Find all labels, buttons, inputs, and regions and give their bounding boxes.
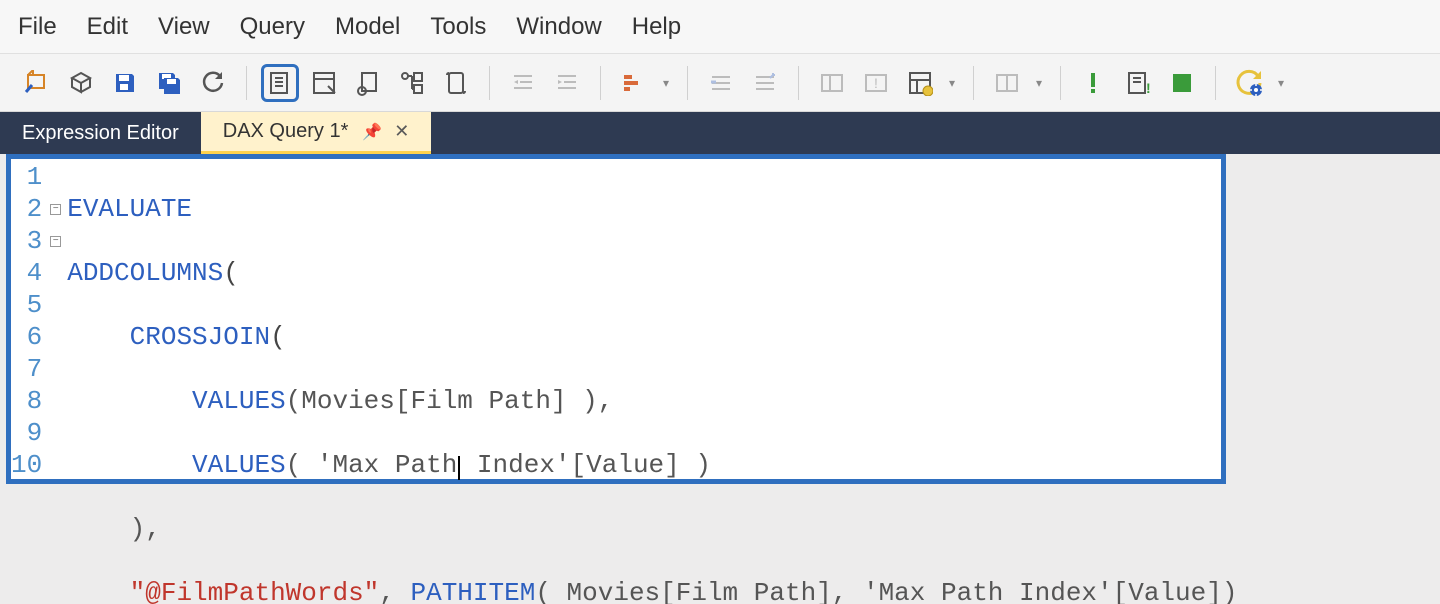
toolbar-separator [246, 66, 247, 100]
text-caret [458, 456, 460, 480]
menu-query[interactable]: Query [240, 13, 305, 41]
fold-gutter: − − [50, 159, 61, 604]
open-model-button[interactable] [62, 64, 100, 102]
perspective-button[interactable] [988, 64, 1026, 102]
toolbar: ▾ ! ▾ ▾ ! ▾ [0, 54, 1440, 112]
tab-label: Expression Editor [22, 122, 179, 145]
new-file-button[interactable] [18, 64, 56, 102]
menu-window[interactable]: Window [516, 13, 601, 41]
refresh-button[interactable] [194, 64, 232, 102]
save-button[interactable] [106, 64, 144, 102]
panel-left-button[interactable] [813, 64, 851, 102]
editor-area: 1 2 3 4 5 6 7 8 9 10 − − EVALUATE ADDCOL… [0, 154, 1440, 604]
status-square-icon [1163, 64, 1201, 102]
perspective-dropdown[interactable]: ▾ [1032, 64, 1046, 102]
code-content[interactable]: EVALUATE ADDCOLUMNS( CROSSJOIN( VALUES(M… [61, 159, 1243, 604]
uncomment-button[interactable] [746, 64, 784, 102]
deploy-button[interactable] [349, 64, 387, 102]
menu-file[interactable]: File [18, 13, 57, 41]
pin-icon[interactable]: 📌 [362, 122, 382, 142]
tab-dax-query-1[interactable]: DAX Query 1* 📌 ✕ [201, 112, 432, 154]
fold-toggle-icon[interactable]: − [50, 236, 61, 247]
tab-expression-editor[interactable]: Expression Editor [0, 112, 201, 154]
fold-toggle-icon[interactable]: − [50, 204, 61, 215]
refresh-preview-dropdown[interactable]: ▾ [1274, 64, 1288, 102]
sql-trace-button[interactable] [305, 64, 343, 102]
menu-edit[interactable]: Edit [87, 13, 128, 41]
toolbar-separator [1060, 66, 1061, 100]
decrease-indent-button[interactable] [504, 64, 542, 102]
warning-panel-button[interactable]: ! [857, 64, 895, 102]
menu-help[interactable]: Help [632, 13, 681, 41]
toolbar-separator [798, 66, 799, 100]
menu-view[interactable]: View [158, 13, 210, 41]
menu-model[interactable]: Model [335, 13, 400, 41]
close-icon[interactable]: ✕ [394, 121, 409, 142]
svg-text:!: ! [1146, 80, 1151, 96]
menu-bar: File Edit View Query Model Tools Window … [0, 0, 1440, 54]
format-dax-button[interactable] [615, 64, 653, 102]
toolbar-separator [600, 66, 601, 100]
refresh-preview-button[interactable] [1230, 64, 1268, 102]
line-number-gutter: 1 2 3 4 5 6 7 8 9 10 [11, 159, 50, 604]
toolbar-separator [489, 66, 490, 100]
increase-indent-button[interactable] [548, 64, 586, 102]
query-builder-dropdown[interactable]: ▾ [945, 64, 959, 102]
new-query-button[interactable] [261, 64, 299, 102]
comment-button[interactable] [702, 64, 740, 102]
script-button[interactable] [437, 64, 475, 102]
code-editor[interactable]: 1 2 3 4 5 6 7 8 9 10 − − EVALUATE ADDCOL… [6, 154, 1226, 484]
bpa-button[interactable]: ! [1119, 64, 1157, 102]
tab-label: DAX Query 1* [223, 120, 349, 143]
svg-text:!: ! [874, 75, 878, 91]
toolbar-separator [687, 66, 688, 100]
toolbar-separator [1215, 66, 1216, 100]
menu-tools[interactable]: Tools [430, 13, 486, 41]
format-dax-dropdown[interactable]: ▾ [659, 64, 673, 102]
error-indicator-icon [1075, 64, 1113, 102]
save-all-button[interactable] [150, 64, 188, 102]
toolbar-separator [973, 66, 974, 100]
query-builder-button[interactable] [901, 64, 939, 102]
tab-strip: Expression Editor DAX Query 1* 📌 ✕ [0, 112, 1440, 154]
relationship-button[interactable] [393, 64, 431, 102]
